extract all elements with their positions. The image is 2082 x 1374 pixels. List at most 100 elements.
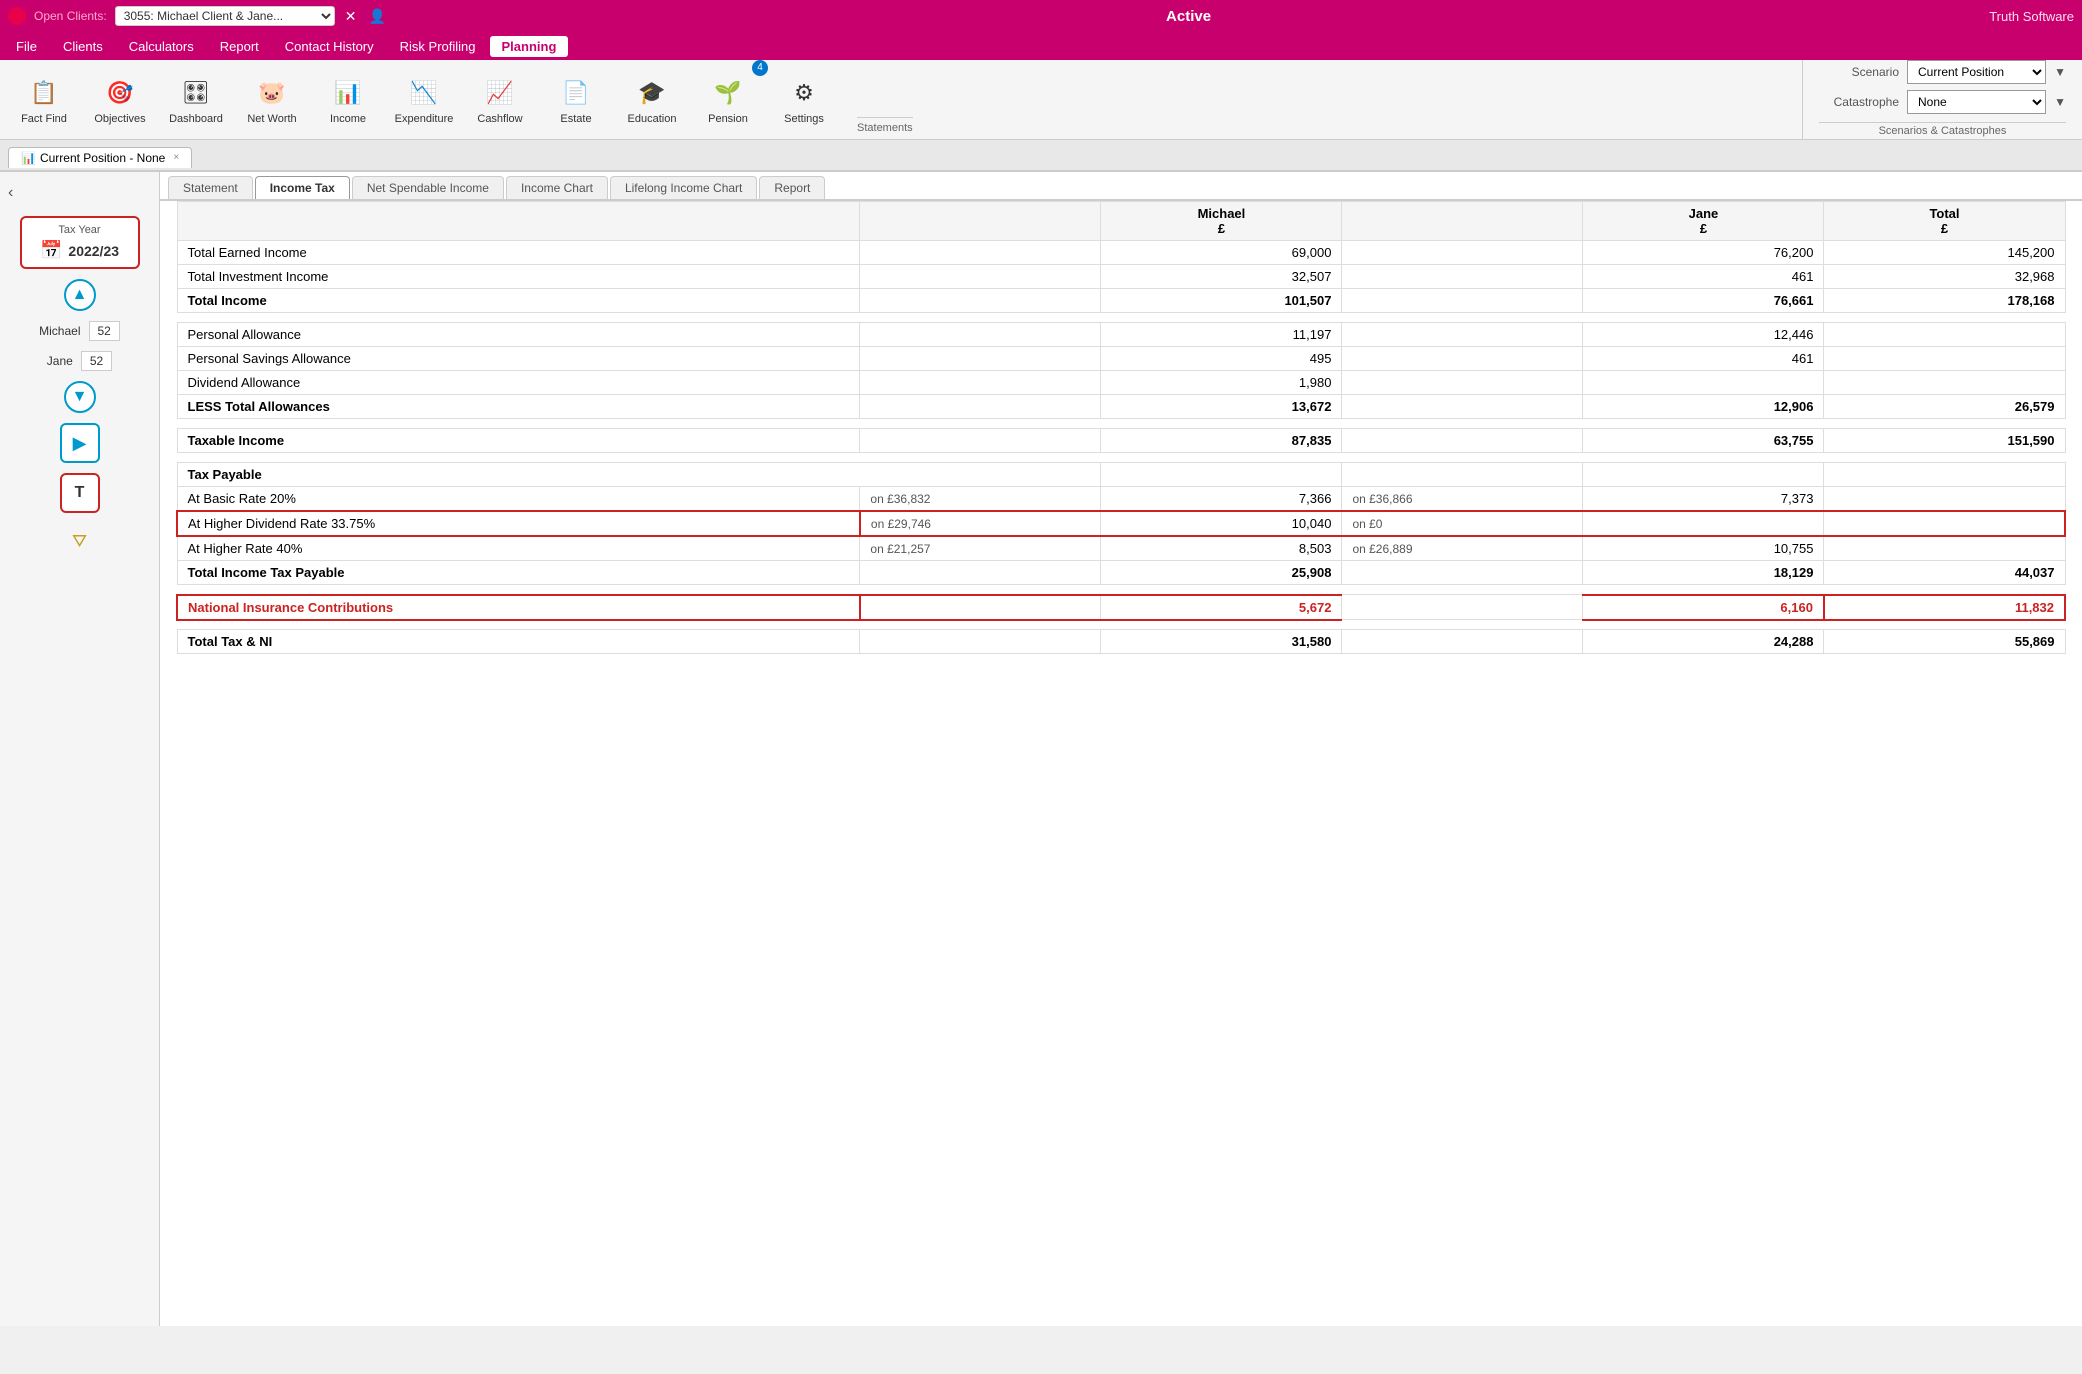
row-sub2 bbox=[1342, 595, 1583, 620]
scenarios-section-label: Scenarios & Catastrophes bbox=[1819, 122, 2066, 139]
tool-settings[interactable]: ⚙ Settings bbox=[768, 64, 840, 136]
cp-tab-close-btn[interactable]: × bbox=[173, 152, 179, 163]
row-total bbox=[1824, 371, 2065, 395]
row-sub: on £29,746 bbox=[860, 511, 1101, 536]
row-label: Total Income bbox=[177, 289, 860, 313]
row-label: At Basic Rate 20% bbox=[177, 487, 860, 512]
row-sub bbox=[860, 241, 1101, 265]
client-selector[interactable]: 3055: Michael Client & Jane... bbox=[115, 6, 335, 26]
row-michael: 11,197 bbox=[1101, 323, 1342, 347]
row-total: 55,869 bbox=[1824, 630, 2065, 654]
row-total bbox=[1824, 536, 2065, 561]
row-total bbox=[1824, 323, 2065, 347]
row-jane: 10,755 bbox=[1583, 536, 1824, 561]
col-header-sub bbox=[860, 202, 1101, 241]
row-sub2 bbox=[1342, 323, 1583, 347]
tool-dashboard-label: Dashboard bbox=[169, 113, 223, 125]
tool-dashboard[interactable]: 🎛 Dashboard bbox=[160, 64, 232, 136]
row-sub bbox=[860, 561, 1101, 585]
menu-planning[interactable]: Planning bbox=[490, 36, 569, 57]
tab-report[interactable]: Report bbox=[759, 176, 825, 199]
tool-education[interactable]: 🎓 Education bbox=[616, 64, 688, 136]
t-btn[interactable]: T bbox=[60, 473, 100, 513]
tool-net-worth-label: Net Worth bbox=[247, 113, 296, 125]
tool-expenditure[interactable]: 📉 Expenditure bbox=[388, 64, 460, 136]
row-label: Personal Allowance bbox=[177, 323, 860, 347]
row-sub2 bbox=[1342, 630, 1583, 654]
table-row: At Higher Rate 40% on £21,257 8,503 on £… bbox=[177, 536, 2065, 561]
catastrophe-select[interactable]: None bbox=[1907, 90, 2046, 114]
tab-income-chart[interactable]: Income Chart bbox=[506, 176, 608, 199]
settings-icon: ⚙ bbox=[786, 75, 822, 111]
content-area: Statement Income Tax Net Spendable Incom… bbox=[160, 172, 2082, 1326]
row-sub bbox=[860, 630, 1101, 654]
table-container: Michael£ Jane£ Total£ Total Earned Incom… bbox=[160, 201, 2082, 1326]
app-active-label: Active bbox=[396, 8, 1981, 25]
row-label: Total Earned Income bbox=[177, 241, 860, 265]
tab-statement[interactable]: Statement bbox=[168, 176, 253, 199]
col-header-jane: Jane£ bbox=[1583, 202, 1824, 241]
tool-fact-find[interactable]: 📋 Fact Find bbox=[8, 64, 80, 136]
tool-income[interactable]: 📊 Income bbox=[312, 64, 384, 136]
filter-btn[interactable]: ⛛ bbox=[62, 523, 98, 559]
row-jane: 18,129 bbox=[1583, 561, 1824, 585]
year-up-btn[interactable]: ▲ bbox=[64, 279, 96, 311]
sidebar: ‹ Tax Year 📅 2022/23 ▲ Michael 52 Jane 5… bbox=[0, 172, 160, 1326]
menu-calculators[interactable]: Calculators bbox=[117, 36, 206, 57]
cashflow-icon: 📈 bbox=[482, 75, 518, 111]
tool-estate[interactable]: 📄 Estate bbox=[540, 64, 612, 136]
tool-cashflow[interactable]: 📈 Cashflow bbox=[464, 64, 536, 136]
row-michael: 495 bbox=[1101, 347, 1342, 371]
close-client-btn[interactable]: ✕ bbox=[343, 6, 359, 27]
menu-clients[interactable]: Clients bbox=[51, 36, 115, 57]
row-label: Total Investment Income bbox=[177, 265, 860, 289]
dashboard-icon: 🎛 bbox=[178, 75, 214, 111]
row-sub bbox=[860, 347, 1101, 371]
tool-expenditure-label: Expenditure bbox=[395, 113, 454, 125]
col-header-total: Total£ bbox=[1824, 202, 2065, 241]
table-header-row: Michael£ Jane£ Total£ bbox=[177, 202, 2065, 241]
row-total: 151,590 bbox=[1824, 429, 2065, 453]
row-total: 44,037 bbox=[1824, 561, 2065, 585]
row-jane: 76,661 bbox=[1583, 289, 1824, 313]
row-michael: 5,672 bbox=[1101, 595, 1342, 620]
menu-file[interactable]: File bbox=[4, 36, 49, 57]
table-row: LESS Total Allowances 13,672 12,906 26,5… bbox=[177, 395, 2065, 419]
row-jane: 7,373 bbox=[1583, 487, 1824, 512]
row-label: Total Income Tax Payable bbox=[177, 561, 860, 585]
tool-net-worth[interactable]: 🐷 Net Worth bbox=[236, 64, 308, 136]
expenditure-icon: 📉 bbox=[406, 75, 442, 111]
tool-pension[interactable]: 🌱 4 Pension bbox=[692, 64, 764, 136]
row-label: National Insurance Contributions bbox=[177, 595, 860, 620]
row-michael: 13,672 bbox=[1101, 395, 1342, 419]
row-label: Dividend Allowance bbox=[177, 371, 860, 395]
user-icon-btn[interactable]: 👤 bbox=[366, 6, 387, 27]
tool-estate-label: Estate bbox=[560, 113, 591, 125]
menu-contact-history[interactable]: Contact History bbox=[273, 36, 386, 57]
tool-objectives[interactable]: 🎯 Objectives bbox=[84, 64, 156, 136]
play-btn[interactable]: ▶ bbox=[60, 423, 100, 463]
row-sub2: on £36,866 bbox=[1342, 487, 1583, 512]
tab-net-spendable[interactable]: Net Spendable Income bbox=[352, 176, 504, 199]
tax-year-title: Tax Year bbox=[32, 224, 128, 236]
menu-report[interactable]: Report bbox=[208, 36, 271, 57]
fact-find-icon: 📋 bbox=[26, 75, 62, 111]
tool-fact-find-label: Fact Find bbox=[21, 113, 67, 125]
tax-year-value: 📅 2022/23 bbox=[32, 240, 128, 261]
open-clients-label: Open Clients: bbox=[34, 9, 107, 23]
tab-income-tax[interactable]: Income Tax bbox=[255, 176, 350, 199]
row-michael: 87,835 bbox=[1101, 429, 1342, 453]
menu-risk-profiling[interactable]: Risk Profiling bbox=[388, 36, 488, 57]
michael-label: Michael bbox=[39, 324, 80, 338]
table-row: At Basic Rate 20% on £36,832 7,366 on £3… bbox=[177, 487, 2065, 512]
row-sub2 bbox=[1342, 561, 1583, 585]
year-down-btn[interactable]: ▼ bbox=[64, 381, 96, 413]
row-total bbox=[1824, 347, 2065, 371]
row-jane bbox=[1583, 371, 1824, 395]
tab-lifelong[interactable]: Lifelong Income Chart bbox=[610, 176, 757, 199]
estate-icon: 📄 bbox=[558, 75, 594, 111]
collapse-btn[interactable]: ‹ bbox=[8, 184, 13, 202]
cp-tab[interactable]: 📊 Current Position - None × bbox=[8, 147, 192, 168]
col-header-label bbox=[177, 202, 860, 241]
scenario-select[interactable]: Current Position bbox=[1907, 60, 2046, 84]
